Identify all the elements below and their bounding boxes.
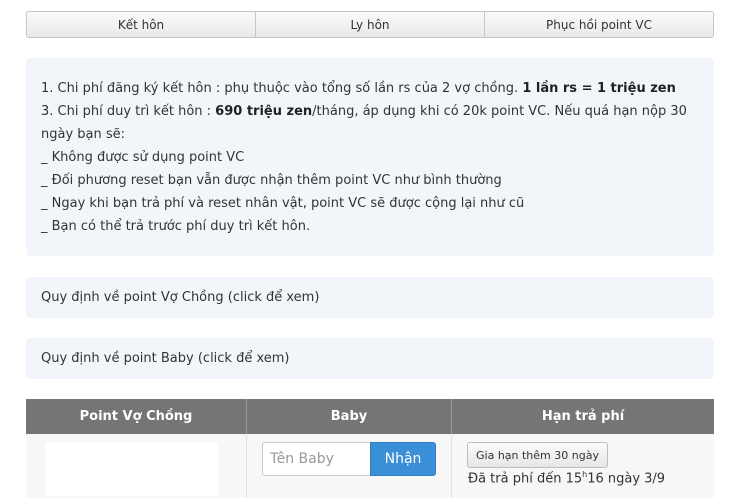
info-line-2-bold: 690 triệu zen	[215, 104, 313, 119]
info-bullet: _ Không được sử dụng point VC	[41, 150, 245, 165]
header-point-vc: Point Vợ Chồng	[26, 399, 247, 434]
paid-until-prefix: Đã trả phí đến 15	[468, 471, 583, 487]
info-bullet: _ Đối phương reset bạn vẫn được nhận thê…	[41, 173, 502, 188]
info-bullet: _ Ngay khi bạn trả phí và reset nhân vật…	[41, 196, 525, 211]
info-box: 1. Chi phí đăng ký kết hôn : phụ thuộc v…	[26, 58, 714, 256]
paid-until-text: Đã trả phí đến 15h16 ngày 3/9	[468, 470, 665, 486]
extend-30-days-button[interactable]: Gia hạn thêm 30 ngày	[467, 442, 608, 468]
info-line-1-text: 1. Chi phí đăng ký kết hôn : phụ thuộc v…	[41, 81, 523, 96]
status-table: Point Vợ Chồng Baby Hạn trả phí Nhận Gia…	[26, 399, 714, 498]
info-line-1: 1. Chi phí đăng ký kết hôn : phụ thuộc v…	[41, 77, 700, 100]
point-baby-rules-panel[interactable]: Quy định về point Baby (click để xem)	[26, 338, 714, 379]
cell-baby: Nhận	[247, 434, 452, 498]
info-line-2: 3. Chi phí duy trì kết hôn : 690 triệu z…	[41, 100, 700, 146]
info-bullet: _ Bạn có thể trả trước phí duy trì kết h…	[41, 219, 311, 234]
info-line-1-bold: 1 lần rs = 1 triệu zen	[522, 81, 676, 96]
point-vc-display	[45, 442, 218, 496]
point-vc-rules-label: Quy định về point Vợ Chồng (click để xem…	[41, 290, 320, 305]
point-baby-rules-label: Quy định về point Baby (click để xem)	[41, 351, 290, 366]
paid-until-suffix: 16 ngày 3/9	[587, 471, 666, 487]
header-han-tra-phi: Hạn trả phí	[541, 409, 625, 424]
table-header: Point Vợ Chồng Baby Hạn trả phí	[26, 399, 714, 434]
tab-bar: Kết hôn Ly hôn Phục hồi point VC	[26, 11, 714, 38]
tab-ly-hon[interactable]: Ly hôn	[256, 12, 485, 37]
table-row: Nhận Gia hạn thêm 30 ngày Đã trả phí đến…	[26, 434, 714, 498]
info-line-2-text: 3. Chi phí duy trì kết hôn :	[41, 104, 216, 119]
tab-ket-hon[interactable]: Kết hôn	[27, 12, 256, 37]
cell-han-tra-phi: Gia hạn thêm 30 ngày Đã trả phí đến 15h1…	[452, 434, 714, 498]
receive-baby-button[interactable]: Nhận	[370, 442, 436, 476]
baby-name-input[interactable]	[262, 442, 370, 476]
tab-phuc-hoi-point-vc[interactable]: Phục hồi point VC	[485, 12, 713, 37]
header-baby: Baby	[247, 399, 452, 434]
point-vc-rules-panel[interactable]: Quy định về point Vợ Chồng (click để xem…	[26, 277, 714, 318]
cell-point-vc	[26, 434, 247, 498]
